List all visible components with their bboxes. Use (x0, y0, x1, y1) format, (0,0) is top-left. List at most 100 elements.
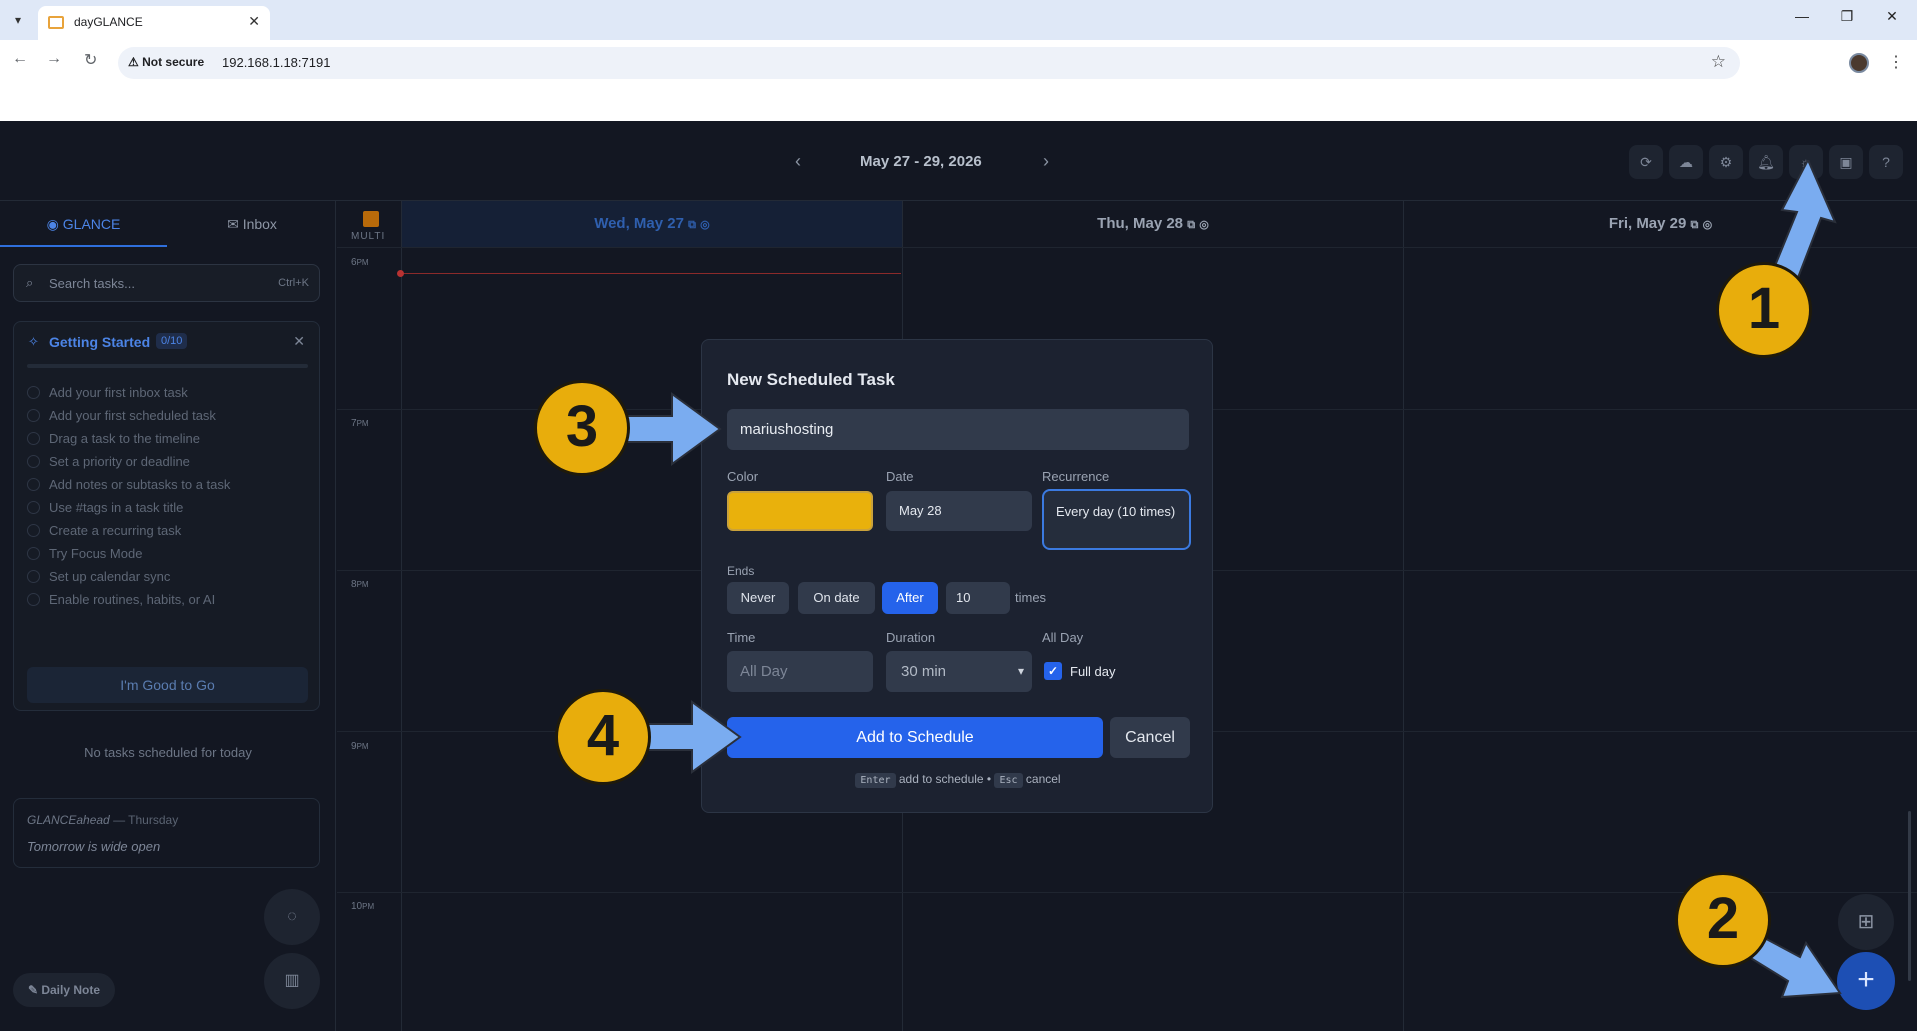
checkbox-icon[interactable] (27, 524, 40, 537)
browser-menu-icon[interactable]: ⋮ (1888, 52, 1904, 72)
getting-started-progress (27, 364, 308, 368)
ends-never-button[interactable]: Never (727, 582, 789, 614)
checklist-item[interactable]: Add notes or subtasks to a task (27, 475, 308, 495)
checklist-item[interactable]: Set up calendar sync (27, 567, 308, 587)
day-header[interactable]: Thu, May 28 ⧉ ◎ (903, 201, 1403, 247)
search-shortcut: Ctrl+K (278, 277, 309, 289)
checklist-item[interactable]: Drag a task to the timeline (27, 429, 308, 449)
current-time-dot (397, 270, 404, 277)
checkbox-icon[interactable] (27, 570, 40, 583)
omnibox[interactable]: ⚠ Not secure 192.168.1.18:7191 ☆ (118, 47, 1740, 79)
all-day-checkbox[interactable]: ✓ (1044, 662, 1062, 680)
tab-list-chevron-icon[interactable]: ▾ (8, 10, 28, 30)
checkbox-icon[interactable] (27, 501, 40, 514)
stats-button[interactable]: ▥ (264, 953, 320, 1009)
hour-label: 7PM (351, 418, 369, 429)
sync-icon[interactable]: ⟳ (1629, 145, 1663, 179)
profile-avatar[interactable] (1849, 53, 1869, 73)
good-to-go-button[interactable]: I'm Good to Go (27, 667, 308, 703)
date-field[interactable]: May 28 (886, 491, 1032, 531)
target-icon[interactable]: ◎ (700, 219, 710, 231)
reload-icon[interactable]: ↻ (84, 50, 97, 70)
checklist-item[interactable]: Add your first inbox task (27, 383, 308, 403)
tab-glance[interactable]: ◉ GLANCE (0, 201, 167, 247)
edit-icon[interactable]: ⧉ (1187, 219, 1195, 231)
time-label: Time (727, 630, 756, 645)
checklist-item[interactable]: Set a priority or deadline (27, 452, 308, 472)
focus-timer-button[interactable]: ◌ (264, 889, 320, 945)
next-date-chevron-icon[interactable]: › (1043, 151, 1049, 172)
tab-close-icon[interactable]: ✕ (248, 13, 260, 30)
browser-tab[interactable]: dayGLANCE ✕ (38, 6, 270, 40)
timeline-scrollbar[interactable] (1908, 811, 1911, 981)
multi-label: MULTI (351, 231, 386, 242)
day-header[interactable]: Wed, May 27 ⧉ ◎ (402, 201, 902, 247)
target-icon[interactable]: ◎ (1703, 219, 1713, 231)
task-title-input[interactable]: mariushosting (727, 409, 1189, 450)
edit-icon[interactable]: ⧉ (1691, 219, 1699, 231)
edit-icon[interactable]: ⧉ (688, 219, 696, 231)
duration-select[interactable]: 30 min ▾ (886, 651, 1032, 692)
inbox-icon: ✉ (227, 216, 243, 232)
ends-label: Ends (727, 564, 755, 578)
dialog-title: New Scheduled Task (727, 370, 895, 389)
ends-on-date-button[interactable]: On date (798, 582, 875, 614)
chevron-down-icon: ▾ (1017, 664, 1024, 678)
timer-ring-icon: ◌ (287, 908, 297, 925)
tab-title: dayGLANCE (74, 15, 143, 29)
not-secure-badge[interactable]: ⚠ Not secure (128, 55, 204, 69)
add-to-schedule-button[interactable]: Add to Schedule (727, 717, 1103, 758)
time-input[interactable]: All Day (727, 651, 873, 692)
cancel-button[interactable]: Cancel (1110, 717, 1190, 758)
checkbox-icon[interactable] (27, 409, 40, 422)
glance-ahead-text: Tomorrow is wide open (27, 839, 161, 854)
ends-after-button[interactable]: After (882, 582, 938, 614)
checkbox-icon[interactable] (27, 478, 40, 491)
checklist-item[interactable]: Add your first scheduled task (27, 406, 308, 426)
hour-label: 8PM (351, 579, 369, 590)
date-range: May 27 - 29, 2026 (860, 153, 982, 170)
help-icon[interactable]: ? (1869, 145, 1903, 179)
url-text[interactable]: 192.168.1.18:7191 (222, 55, 330, 70)
bookmark-star-icon[interactable]: ☆ (1711, 52, 1726, 72)
full-day-label[interactable]: Full day (1070, 664, 1116, 679)
prev-date-chevron-icon[interactable]: ‹ (795, 151, 801, 172)
hour-line (337, 892, 1917, 893)
glance-ahead-title: GLANCEahead — Thursday (27, 813, 179, 827)
checkbox-icon[interactable] (27, 386, 40, 399)
restore-icon[interactable]: ❐ (1832, 8, 1862, 25)
annotation-badge-4: 4 (555, 689, 651, 785)
window-close-icon[interactable]: ✕ (1877, 8, 1907, 25)
sidebar: ◉ GLANCE ✉ Inbox ⌕ Search tasks... Ctrl+… (0, 201, 336, 1031)
gear-icon[interactable]: ⚙ (1709, 145, 1743, 179)
occurrences-input[interactable]: 10 (946, 582, 1010, 614)
checklist-item[interactable]: Use #tags in a task title (27, 498, 308, 518)
checkbox-icon[interactable] (27, 455, 40, 468)
tab-inbox[interactable]: ✉ Inbox (168, 201, 336, 247)
eye-icon: ◉ (46, 216, 63, 232)
recurrence-field[interactable]: Every day (10 times) (1042, 489, 1191, 550)
back-icon[interactable]: ← (12, 50, 28, 68)
close-icon[interactable]: ✕ (293, 333, 305, 350)
checkbox-icon[interactable] (27, 432, 40, 445)
checkbox-icon[interactable] (27, 547, 40, 560)
hour-label: 9PM (351, 741, 369, 752)
checklist-item[interactable]: Enable routines, habits, or AI (27, 590, 308, 610)
new-task-dialog: New Scheduled Task mariushosting Color D… (701, 339, 1213, 813)
all-day-label: All Day (1042, 630, 1084, 645)
forward-icon[interactable]: → (46, 50, 62, 68)
target-icon[interactable]: ◎ (1199, 219, 1209, 231)
color-picker[interactable] (727, 491, 873, 531)
day-column[interactable]: Fri, May 29 ⧉ ◎ (1403, 201, 1917, 1031)
checkbox-icon[interactable] (27, 593, 40, 606)
checklist-item[interactable]: Try Focus Mode (27, 544, 308, 564)
search-input[interactable]: ⌕ Search tasks... Ctrl+K (13, 264, 320, 302)
plus-icon: + (1857, 963, 1875, 996)
app-header: ‹ May 27 - 29, 2026 › ⟳ ☁ ⚙ 🔔︎ ☼ ▣ ? (0, 121, 1917, 201)
minimize-icon[interactable]: — (1787, 8, 1817, 24)
cloud-icon[interactable]: ☁ (1669, 145, 1703, 179)
multi-day-swatch (363, 211, 379, 227)
color-label: Color (727, 469, 759, 484)
daily-note-button[interactable]: ✎ Daily Note (13, 973, 115, 1007)
checklist-item[interactable]: Create a recurring task (27, 521, 308, 541)
